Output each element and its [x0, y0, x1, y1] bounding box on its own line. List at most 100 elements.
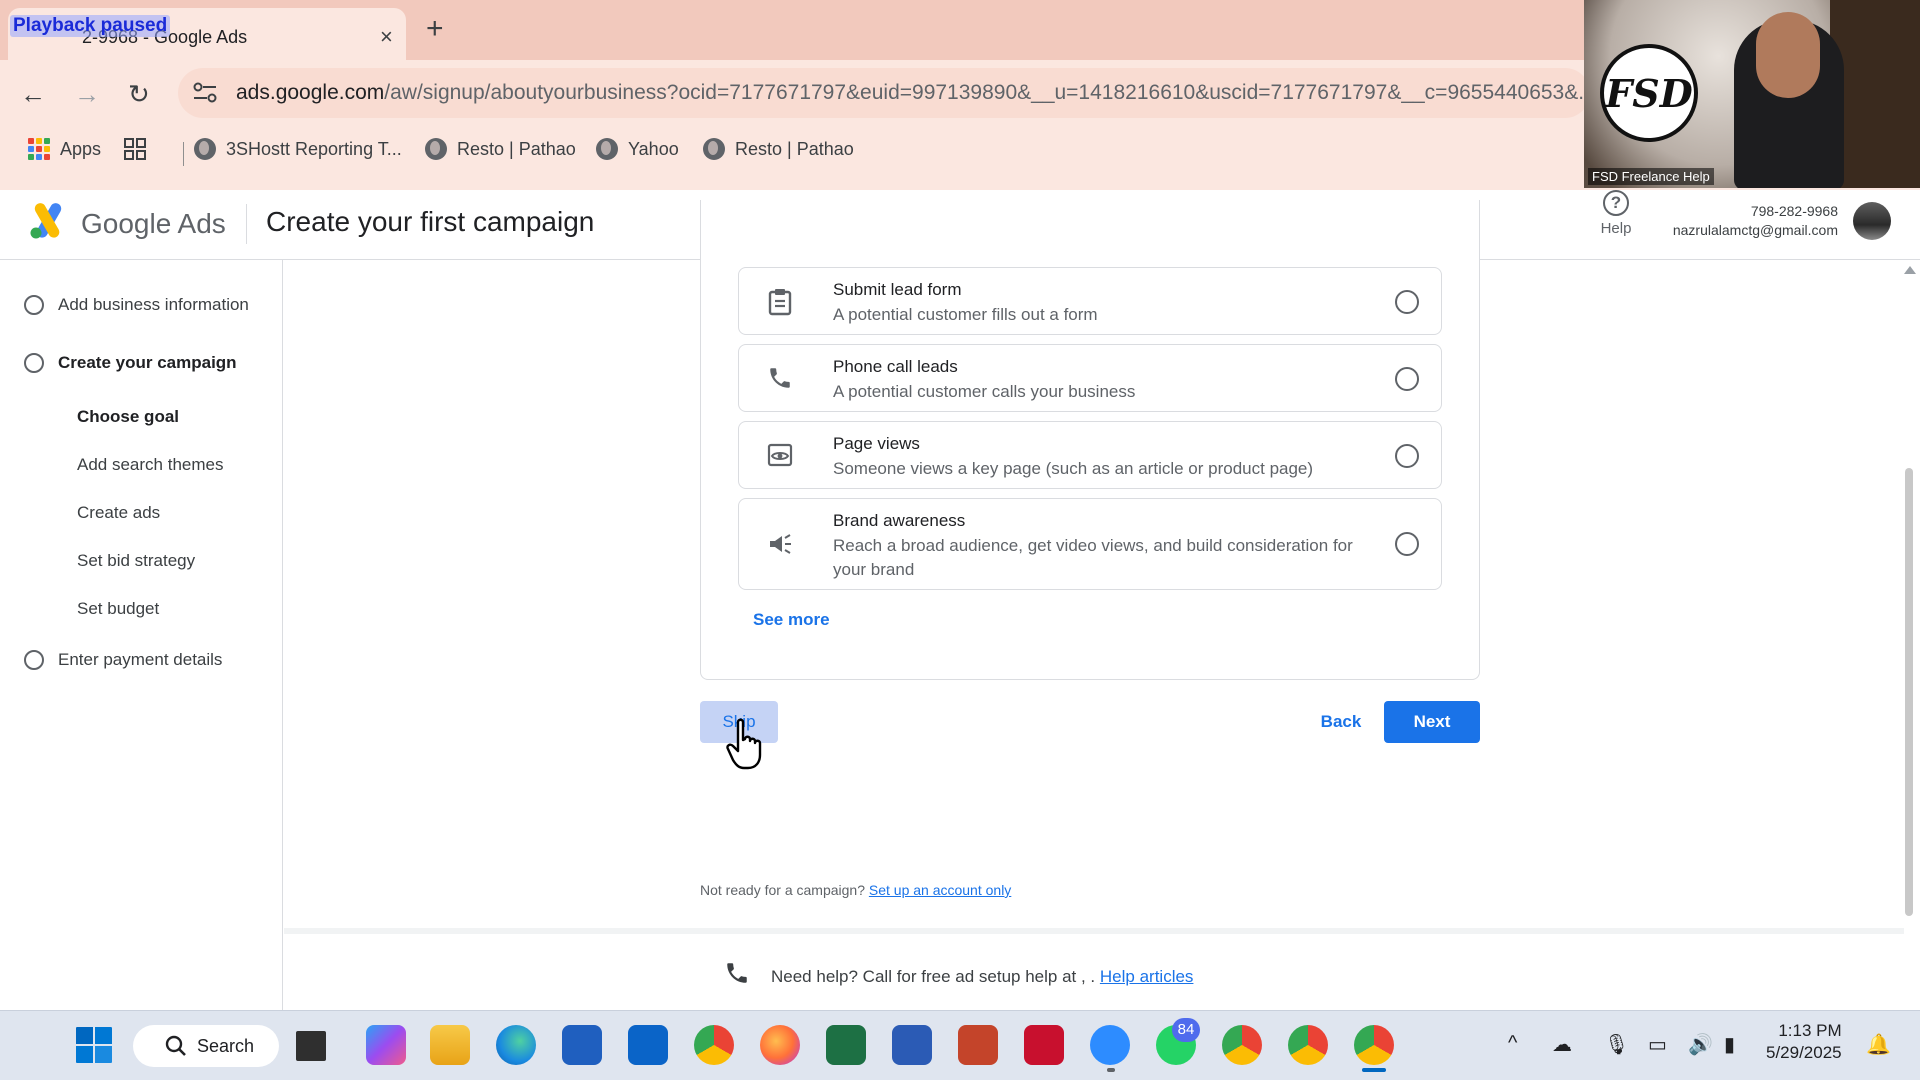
account-number: 798-282-9968 [1750, 203, 1838, 219]
substep-choose-goal[interactable]: Choose goal [77, 407, 179, 427]
acrobat-icon[interactable] [1024, 1025, 1064, 1065]
webcam-caption: FSD Freelance Help [1588, 168, 1714, 185]
copilot-icon[interactable] [366, 1025, 406, 1065]
taskbar-search[interactable]: Search [133, 1025, 279, 1067]
hand-pointer-cursor-icon [726, 718, 762, 770]
bookmark-label: Resto | Pathao [457, 138, 576, 159]
new-tab-button[interactable]: + [426, 12, 444, 46]
help-articles-link[interactable]: Help articles [1100, 967, 1194, 986]
substep-set-budget[interactable]: Set budget [77, 599, 159, 619]
task-view-icon[interactable] [296, 1031, 326, 1061]
next-button[interactable]: Next [1384, 701, 1480, 743]
globe-icon [194, 138, 216, 160]
goal-option-phone-call-leads[interactable]: Phone call leads A potential customer ca… [738, 344, 1442, 412]
step-label: Add business information [58, 295, 249, 314]
chrome-profile-2-icon[interactable] [1288, 1025, 1328, 1065]
help-footer-text: Need help? Call for free ad setup help a… [771, 967, 1193, 987]
taskbar-clock[interactable]: 1:13 PM 5/29/2025 [1766, 1020, 1842, 1064]
microsoft-store-icon[interactable] [562, 1025, 602, 1065]
tab-close-icon[interactable]: × [380, 24, 393, 50]
bookmark-tab-groups[interactable] [124, 138, 146, 160]
step-label: Enter payment details [58, 650, 223, 669]
forward-arrow-icon[interactable]: → [74, 79, 100, 110]
reload-icon[interactable]: ↻ [128, 79, 150, 110]
notifications-icon[interactable]: 🔔 [1866, 1032, 1891, 1057]
word-icon[interactable] [892, 1025, 932, 1065]
excel-icon[interactable] [826, 1025, 866, 1065]
see-more-link[interactable]: See more [753, 610, 830, 630]
goal-option-brand-awareness[interactable]: Brand awareness Reach a broad audience, … [738, 498, 1442, 590]
bookmark-label: Resto | Pathao [735, 138, 854, 159]
goal-radio[interactable] [1395, 367, 1419, 391]
back-arrow-icon[interactable]: ← [20, 79, 46, 110]
powerpoint-icon[interactable] [958, 1025, 998, 1065]
goal-description: Someone views a key page (such as an art… [833, 459, 1314, 478]
step-circle-icon [24, 353, 44, 373]
site-info-icon[interactable] [192, 82, 218, 104]
fsd-logo-text: FSD [1605, 70, 1693, 116]
outlook-icon[interactable] [628, 1025, 668, 1065]
account-email: nazrulalamctg@gmail.com [1672, 222, 1838, 238]
goal-option-page-views[interactable]: Page views Someone views a key page (suc… [738, 421, 1442, 489]
bookmarks-bar: Apps 3SHostt Reporting T... Resto | Path… [0, 130, 1600, 170]
taskbar-search-label: Search [197, 1035, 255, 1056]
chrome-active-icon[interactable] [1354, 1025, 1394, 1065]
google-ads-logo-icon[interactable] [28, 203, 68, 239]
bookmarks-divider [183, 142, 184, 166]
goal-radio[interactable] [1395, 532, 1419, 556]
substep-create-ads[interactable]: Create ads [77, 503, 160, 523]
goal-title: Brand awareness [833, 511, 966, 530]
goal-option-submit-lead-form[interactable]: Submit lead form A potential customer fi… [738, 267, 1442, 335]
network-icon[interactable]: ▭ [1648, 1032, 1667, 1057]
goal-description: Reach a broad audience, get video views,… [833, 536, 1353, 579]
address-bar[interactable]: ads.google.com/aw/signup/aboutyourbusine… [178, 68, 1590, 118]
scroll-thumb[interactable] [1905, 468, 1913, 916]
zoom-running-indicator [1107, 1068, 1115, 1072]
chrome-profile-icon[interactable] [1222, 1025, 1262, 1065]
bookmark-3shostt[interactable]: 3SHostt Reporting T... [194, 138, 402, 160]
step-add-business-information[interactable]: Add business information [24, 295, 249, 315]
goal-title: Page views [833, 434, 920, 453]
chrome-active-indicator [1362, 1068, 1386, 1072]
globe-icon [703, 138, 725, 160]
page-scrollbar[interactable] [1902, 262, 1916, 1010]
bookmark-apps[interactable]: Apps [28, 138, 101, 160]
bookmark-yahoo[interactable]: Yahoo [596, 138, 679, 160]
chrome-icon[interactable] [694, 1025, 734, 1065]
whatsapp-unread-badge: 84 [1172, 1018, 1200, 1042]
account-info[interactable]: 798-282-9968 nazrulalamctg@gmail.com [1673, 202, 1838, 240]
not-ready-text: Not ready for a campaign? [700, 882, 865, 898]
volume-icon[interactable]: 🔊 [1688, 1032, 1713, 1057]
microphone-icon[interactable]: 🎙 [1604, 1032, 1629, 1057]
file-explorer-icon[interactable] [430, 1025, 470, 1065]
onedrive-offline-icon[interactable]: ☁ [1552, 1032, 1572, 1057]
firefox-icon[interactable] [760, 1025, 800, 1065]
goal-radio[interactable] [1395, 444, 1419, 468]
windows-taskbar: Search [0, 1010, 1920, 1080]
back-button[interactable]: Back [1311, 701, 1371, 743]
goal-radio[interactable] [1395, 290, 1419, 314]
step-create-your-campaign[interactable]: Create your campaign [24, 353, 237, 373]
help-footer: Need help? Call for free ad setup help a… [284, 928, 1904, 1010]
show-hidden-icons-chevron-icon[interactable]: ^ [1508, 1032, 1517, 1055]
bookmark-resto-pathao[interactable]: Resto | Pathao [425, 138, 576, 160]
clock-date: 5/29/2025 [1766, 1043, 1842, 1062]
zoom-icon[interactable] [1090, 1025, 1130, 1065]
url-host: ads.google.com [236, 81, 385, 104]
setup-stepper: Add business information Create your cam… [0, 260, 283, 1010]
substep-set-bid-strategy[interactable]: Set bid strategy [77, 551, 195, 571]
substep-add-search-themes[interactable]: Add search themes [77, 455, 223, 475]
scroll-up-arrow-icon[interactable] [1904, 266, 1916, 274]
windows-start-icon[interactable] [74, 1025, 114, 1065]
avatar[interactable] [1853, 202, 1891, 240]
battery-icon[interactable]: ▮ [1724, 1032, 1735, 1057]
help-button[interactable]: ? Help [1594, 190, 1638, 237]
tab-groups-icon [124, 138, 146, 160]
setup-account-only-link[interactable]: Set up an account only [869, 882, 1011, 898]
megaphone-icon [770, 534, 791, 554]
page-title: Create your first campaign [266, 206, 595, 237]
header-divider [246, 204, 247, 244]
bookmark-resto-pathao-2[interactable]: Resto | Pathao [703, 138, 854, 160]
step-enter-payment-details[interactable]: Enter payment details [24, 650, 222, 670]
edge-icon[interactable] [496, 1025, 536, 1065]
